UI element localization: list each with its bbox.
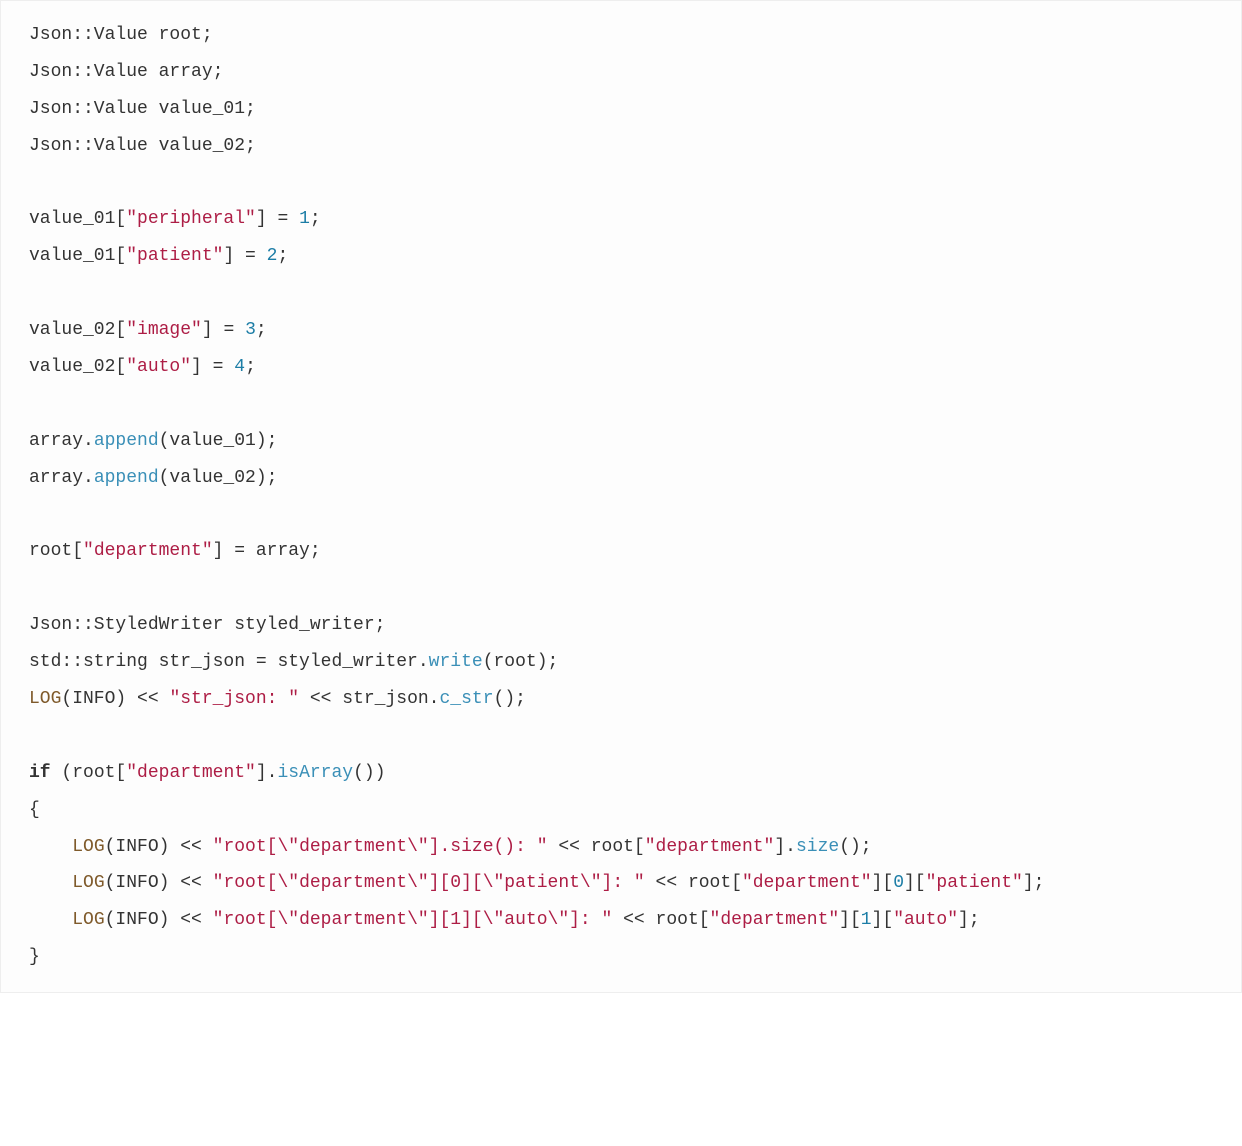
code-content: Json::Value root; Json::Value array; Jso… [29, 17, 1213, 976]
code-block: Json::Value root; Json::Value array; Jso… [0, 0, 1242, 993]
